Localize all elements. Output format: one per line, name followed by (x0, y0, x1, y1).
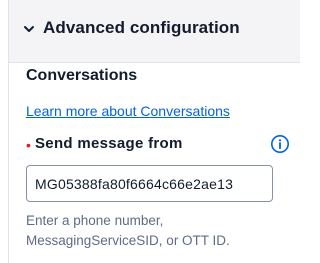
send-message-from-label-row: • Send message from (26, 134, 290, 156)
required-indicator: • (26, 137, 31, 153)
advanced-configuration-title: Advanced configuration (43, 18, 240, 37)
send-message-from-label: Send message from (35, 135, 183, 152)
advanced-configuration-panel: Advanced configuration Conversations Lea… (8, 0, 300, 263)
help-text-line: MessagingServiceSID, or OTT ID. (26, 233, 230, 248)
conversations-heading: Conversations (26, 67, 138, 84)
chevron-down-icon (24, 26, 34, 32)
send-message-from-help-text: Enter a phone number, MessagingServiceSI… (26, 211, 288, 251)
learn-more-conversations-link[interactable]: Learn more about Conversations (26, 103, 230, 119)
info-icon[interactable] (270, 134, 290, 154)
advanced-configuration-toggle[interactable]: Advanced configuration (9, 0, 300, 63)
send-message-from-input[interactable] (26, 165, 273, 202)
help-text-line: Enter a phone number, (26, 213, 164, 228)
